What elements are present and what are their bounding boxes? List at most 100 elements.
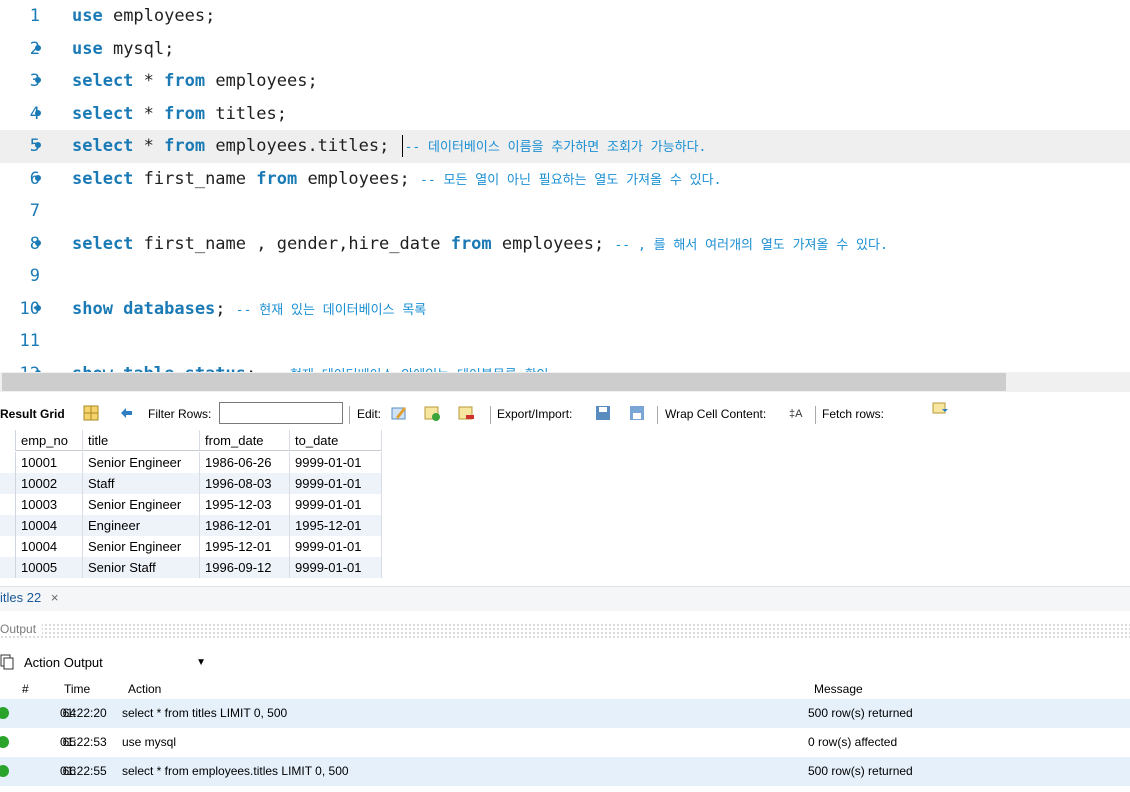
tab-titles-22[interactable]: itles 22 ×: [0, 586, 58, 610]
code-line[interactable]: 7: [0, 195, 1130, 228]
result-grid-toolbar: Result Grid Filter Rows: Edit: Export/Im…: [0, 400, 1130, 428]
log-header-row: # Time Action Message: [0, 679, 1130, 699]
code-line[interactable]: 4 select * from titles;: [0, 98, 1130, 131]
grid-view-icon[interactable]: [82, 404, 100, 422]
code-text[interactable]: select * from employees.titles; -- 데이터베이…: [72, 130, 706, 164]
code-line[interactable]: 2 use mysql;: [0, 33, 1130, 66]
column-header-num[interactable]: #: [22, 679, 29, 699]
column-header-action[interactable]: Action: [128, 679, 161, 699]
table-cell[interactable]: 1995-12-03: [200, 494, 290, 515]
table-row[interactable]: 10003 Senior Engineer 1995-12-03 9999-01-01: [0, 494, 382, 515]
sql-keyword: show table status: [72, 364, 246, 373]
table-cell[interactable]: 1996-09-12: [200, 557, 290, 578]
code-text[interactable]: show table status; -- 현재 데이터베이스 안에있는 테이블…: [72, 358, 549, 373]
delete-row-icon[interactable]: [457, 404, 475, 422]
code-text[interactable]: use mysql;: [72, 33, 174, 66]
log-row[interactable]: 65 01:22:53 use mysql 0 row(s) affected: [0, 728, 1130, 757]
table-cell[interactable]: Engineer: [83, 515, 200, 536]
code-line[interactable]: 11: [0, 325, 1130, 358]
table-cell[interactable]: Staff: [83, 473, 200, 494]
scrollbar-thumb[interactable]: [2, 373, 1006, 391]
copy-icon[interactable]: [0, 654, 14, 670]
row-selector[interactable]: [0, 473, 16, 494]
code-text[interactable]: use employees;: [72, 0, 215, 33]
close-tab-icon[interactable]: ×: [51, 590, 59, 605]
table-cell[interactable]: 1995-12-01: [200, 536, 290, 557]
add-row-icon[interactable]: [423, 404, 441, 422]
table-cell[interactable]: 10001: [16, 452, 83, 473]
table-cell[interactable]: 1986-12-01: [200, 515, 290, 536]
import-icon[interactable]: [628, 404, 646, 422]
code-line[interactable]: 10 show databases; -- 현재 있는 데이터베이스 목록: [0, 293, 1130, 326]
output-type-value: Action Output: [24, 655, 103, 670]
table-cell[interactable]: 10004: [16, 536, 83, 557]
sql-text: *: [133, 136, 165, 156]
row-selector[interactable]: [0, 515, 16, 536]
wrap-text-icon[interactable]: ‡A: [786, 404, 804, 422]
sql-comment: -- 현재 있는 데이터베이스 목록: [235, 302, 427, 318]
table-cell[interactable]: 9999-01-01: [290, 452, 382, 473]
table-cell[interactable]: Senior Engineer: [83, 452, 200, 473]
code-line[interactable]: 3 select * from employees;: [0, 65, 1130, 98]
table-row[interactable]: 10004 Senior Engineer 1995-12-01 9999-01-01: [0, 536, 382, 557]
table-cell[interactable]: 10005: [16, 557, 83, 578]
log-action: select * from titles LIMIT 0, 500: [122, 706, 288, 720]
code-line[interactable]: 6 select first_name from employees; -- 모든…: [0, 163, 1130, 196]
edit-row-icon[interactable]: [390, 404, 408, 422]
column-header-time[interactable]: Time: [64, 679, 90, 699]
code-text[interactable]: select * from employees;: [72, 65, 318, 98]
log-row[interactable]: 64 01:22:20 select * from titles LIMIT 0, …: [0, 699, 1130, 728]
log-row[interactable]: 66 01:22:55 select * from employees.titles…: [0, 757, 1130, 786]
table-cell[interactable]: 10004: [16, 515, 83, 536]
toolbar-divider: [490, 406, 491, 424]
code-line[interactable]: 8 select first_name , gender,hire_date fr…: [0, 228, 1130, 261]
row-selector[interactable]: [0, 557, 16, 578]
log-time: 01:22:53: [60, 735, 107, 749]
code-text[interactable]: select first_name from employees; -- 모든 …: [72, 163, 721, 197]
line-number: 12: [0, 358, 40, 373]
filter-rows-input[interactable]: [219, 402, 343, 424]
table-cell[interactable]: 10003: [16, 494, 83, 515]
table-cell[interactable]: 1995-12-01: [290, 515, 382, 536]
code-text[interactable]: select first_name , gender,hire_date fro…: [72, 228, 888, 262]
table-cell[interactable]: 1996-08-03: [200, 473, 290, 494]
table-cell[interactable]: 1986-06-26: [200, 452, 290, 473]
table-cell[interactable]: 9999-01-01: [290, 473, 382, 494]
code-line[interactable]: 1 use employees;: [0, 0, 1130, 33]
fetch-rows-label: Fetch rows:: [822, 407, 885, 421]
column-header-from-date[interactable]: from_date: [200, 430, 290, 451]
output-toolbar: Action Output ▼: [0, 650, 1130, 676]
row-selector[interactable]: [0, 452, 16, 473]
table-cell[interactable]: 10002: [16, 473, 83, 494]
code-text[interactable]: select * from titles;: [72, 98, 287, 131]
table-cell[interactable]: 9999-01-01: [290, 536, 382, 557]
code-text[interactable]: show databases; -- 현재 있는 데이터베이스 목록: [72, 293, 426, 327]
table-row[interactable]: 10002 Staff 1996-08-03 9999-01-01: [0, 473, 382, 494]
success-icon: [0, 707, 9, 719]
output-type-select[interactable]: Action Output ▼: [20, 652, 210, 674]
sql-editor[interactable]: 1 use employees; 2 use mysql; 3 select * from…: [0, 0, 1130, 372]
code-line[interactable]: 5 select * from employees.titles; -- 데이터베…: [0, 130, 1130, 163]
column-header-emp-no[interactable]: emp_no: [16, 430, 83, 451]
column-header-message[interactable]: Message: [814, 679, 863, 699]
table-row[interactable]: 10001 Senior Engineer 1986-06-26 9999-01-01: [0, 452, 382, 473]
table-row[interactable]: 10004 Engineer 1986-12-01 1995-12-01: [0, 515, 382, 536]
result-grid-label[interactable]: Result Grid: [0, 407, 65, 421]
column-header-title[interactable]: title: [83, 430, 200, 451]
editor-horizontal-scrollbar[interactable]: [0, 372, 1130, 392]
column-header-to-date[interactable]: to_date: [290, 430, 382, 451]
code-line[interactable]: 9: [0, 260, 1130, 293]
table-cell[interactable]: Senior Staff: [83, 557, 200, 578]
row-selector[interactable]: [0, 494, 16, 515]
text-cursor: [401, 135, 403, 157]
table-cell[interactable]: 9999-01-01: [290, 557, 382, 578]
table-cell[interactable]: 9999-01-01: [290, 494, 382, 515]
fetch-rows-icon[interactable]: [931, 400, 949, 418]
table-cell[interactable]: Senior Engineer: [83, 536, 200, 557]
code-line[interactable]: 12 show table status; -- 현재 데이터베이스 안에있는 테…: [0, 358, 1130, 373]
table-cell[interactable]: Senior Engineer: [83, 494, 200, 515]
row-selector[interactable]: [0, 536, 16, 557]
table-row[interactable]: 10005 Senior Staff 1996-09-12 9999-01-01: [0, 557, 382, 578]
refresh-icon[interactable]: [118, 404, 136, 422]
export-icon[interactable]: [594, 404, 612, 422]
